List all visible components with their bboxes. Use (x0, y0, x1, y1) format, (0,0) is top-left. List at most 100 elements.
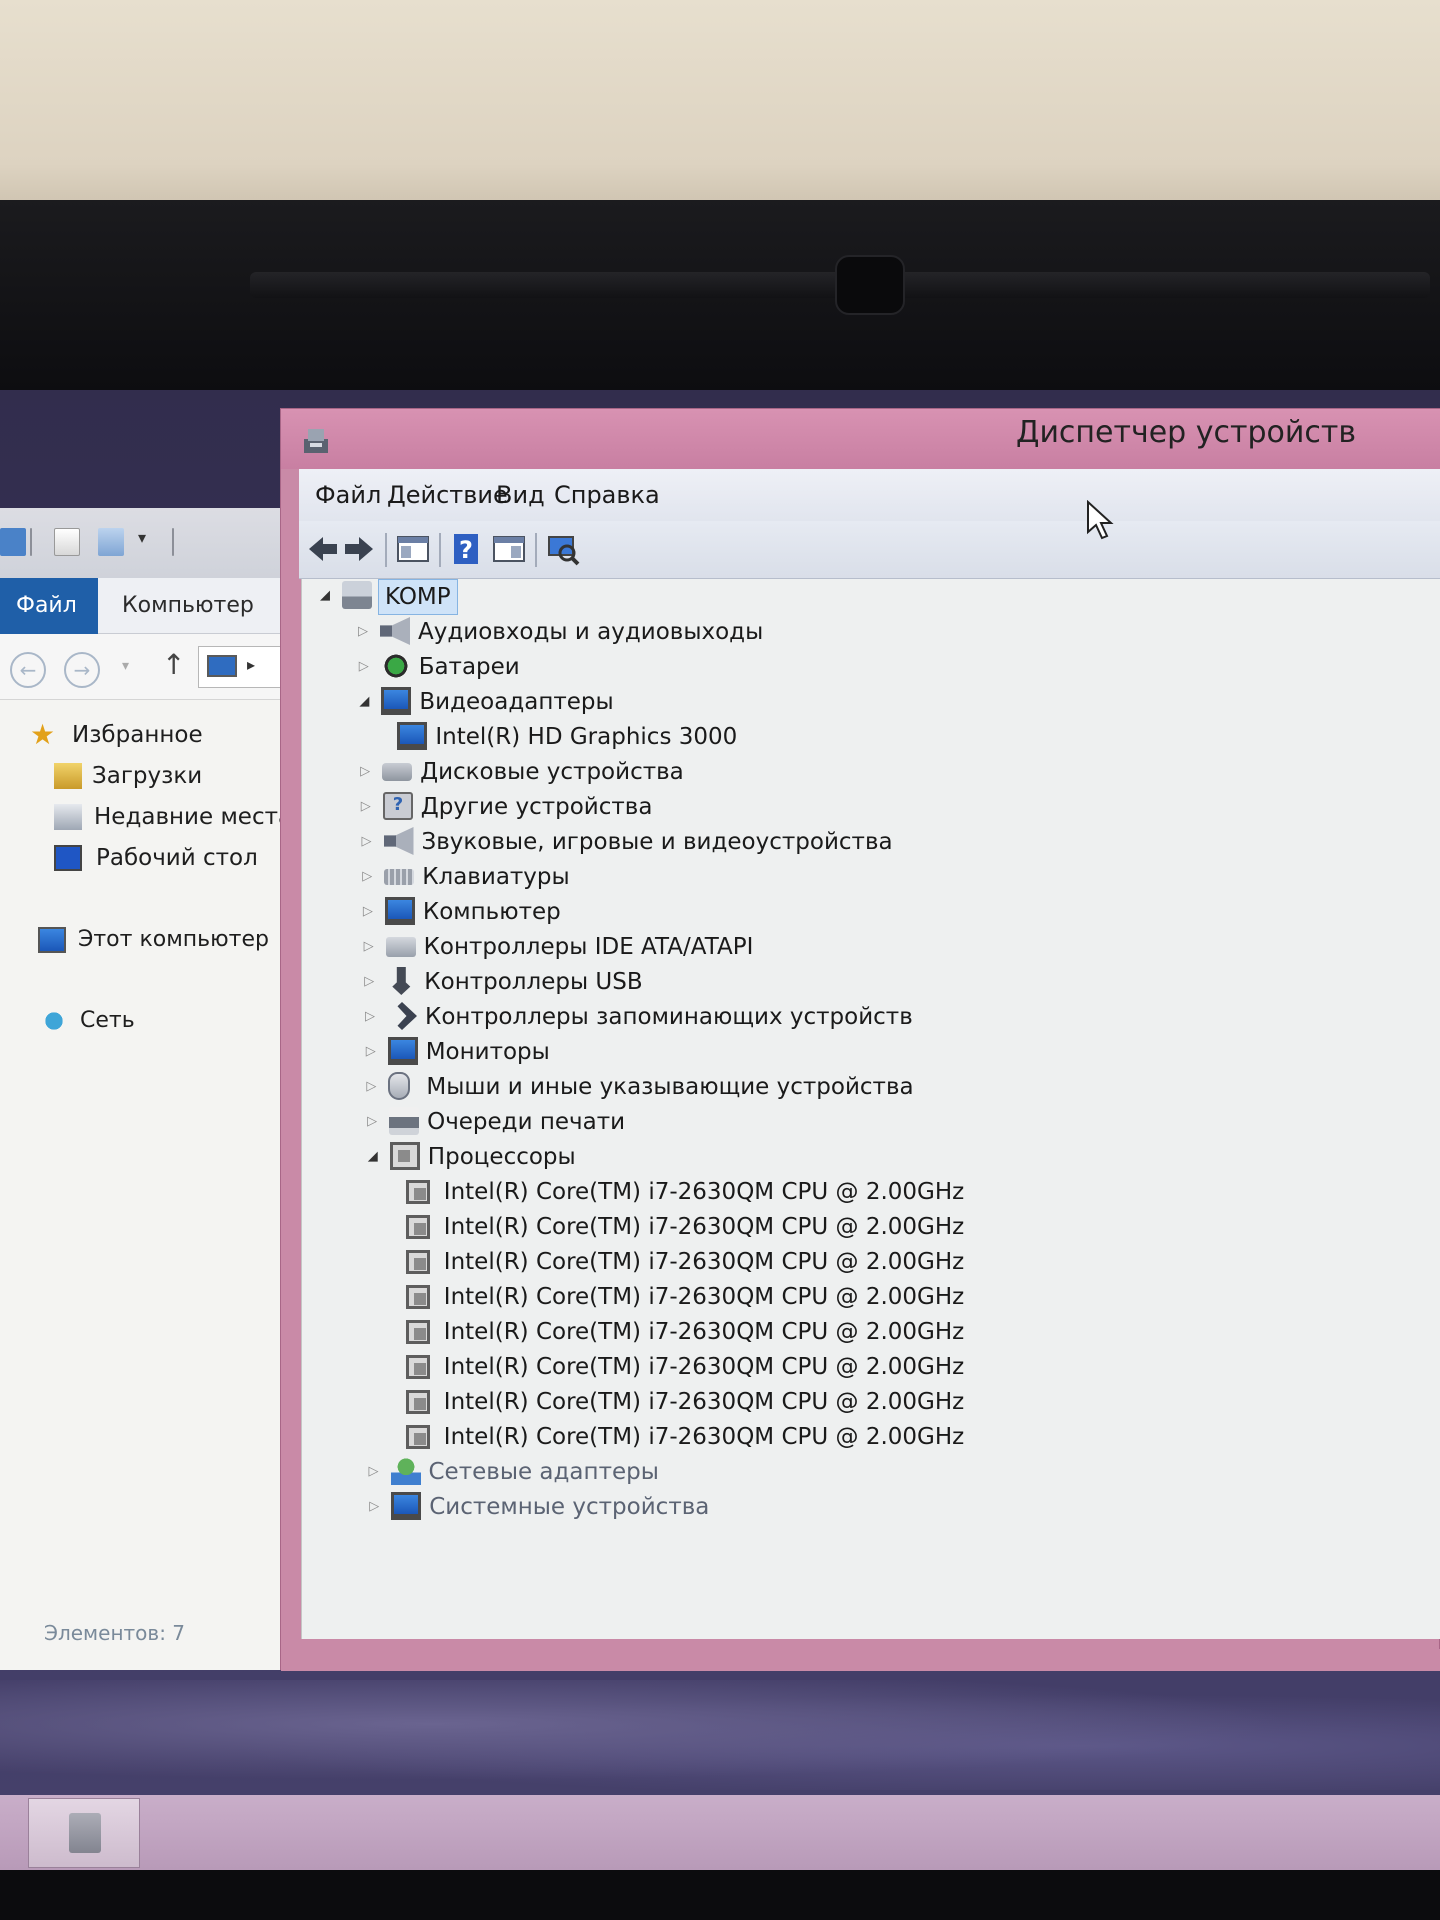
expand-triangle-icon[interactable]: ▷ (364, 938, 380, 956)
toolbar-separator (535, 533, 537, 567)
collapse-triangle-icon[interactable]: ◢ (368, 1148, 384, 1166)
network-icon (40, 1008, 68, 1034)
cpu-icon (405, 1320, 430, 1344)
expand-triangle-icon[interactable]: ▷ (359, 658, 375, 676)
expand-triangle-icon[interactable]: ▷ (361, 798, 377, 816)
up-icon[interactable]: ↑ (162, 648, 185, 681)
cpu-icon (405, 1215, 430, 1239)
properties-icon[interactable] (491, 531, 527, 567)
expand-triangle-icon[interactable]: ▷ (367, 1113, 383, 1131)
nav-downloads-label: Загрузки (92, 763, 203, 789)
title-bar[interactable]: Диспетчер устройств (281, 409, 1440, 469)
window-title: Диспетчер устройств (1016, 415, 1357, 450)
recent-places-icon (54, 804, 82, 830)
menu-help[interactable]: Справка (554, 477, 660, 513)
tree-category-label: Клавиатуры (422, 864, 570, 890)
menu-file[interactable]: Файл (315, 477, 381, 513)
computer-icon (207, 655, 237, 677)
expand-triangle-icon[interactable]: ▷ (362, 868, 378, 886)
nav-this-pc-label: Этот компьютер (78, 927, 269, 952)
battery-icon (380, 652, 411, 680)
unknown-device-icon (382, 792, 413, 820)
expand-triangle-icon[interactable]: ▷ (365, 1008, 381, 1026)
cpu-icon (405, 1425, 430, 1449)
back-icon[interactable] (305, 531, 341, 567)
nav-this-pc[interactable]: Этот компьютер (0, 920, 292, 960)
desktop-wallpaper-glow (0, 1680, 1440, 1790)
ide-controller-icon (385, 937, 416, 957)
device-manager-window: Диспетчер устройств Файл Действие Вид Сп… (280, 408, 1440, 1671)
collapse-triangle-icon[interactable]: ◢ (359, 693, 375, 711)
device-tree-panel: ◢ KOMP ▷ Аудиовходы и аудиовыходы ▷ Батареи ◢ В… (301, 579, 1440, 1639)
tree-category-label: Дисковые устройства (420, 759, 684, 785)
tree-device-label: Intel(R) Core(TM) i7-2630QM CPU @ 2.00GH… (443, 1249, 965, 1275)
cpu-icon (405, 1390, 430, 1414)
tree-category-label: Компьютер (422, 899, 561, 925)
tree-device-label: Intel(R) Core(TM) i7-2630QM CPU @ 2.00GH… (443, 1319, 965, 1345)
menu-bar: Файл Действие Вид Справка (299, 469, 1440, 521)
nav-recent-label: Недавние места (94, 804, 293, 830)
toolbar-separator (172, 528, 174, 556)
monitor-icon (387, 1037, 418, 1065)
taskbar (0, 1795, 1440, 1870)
tab-file[interactable]: Файл (0, 578, 98, 634)
back-icon[interactable]: ← (10, 652, 46, 688)
expand-triangle-icon[interactable]: ▷ (369, 1498, 385, 1516)
storage-controller-icon (397, 1002, 417, 1030)
nav-network-label: Сеть (80, 1008, 135, 1033)
cpu-icon (405, 1180, 430, 1204)
taskbar-device-manager-button[interactable] (28, 1798, 140, 1868)
keyboard-icon (384, 869, 415, 885)
expand-triangle-icon[interactable]: ▷ (360, 763, 376, 781)
expand-triangle-icon[interactable]: ▷ (369, 1463, 385, 1481)
tree-category-label: Контроллеры запоминающих устройств (425, 1004, 913, 1030)
expand-triangle-icon[interactable]: ▷ (363, 903, 379, 921)
tree-category-label: Сетевые адаптеры (428, 1459, 659, 1485)
tree-device-label: Intel(R) Core(TM) i7-2630QM CPU @ 2.00GH… (443, 1354, 965, 1380)
tree-root-label: KOMP (378, 579, 458, 615)
monitor-icon (381, 687, 412, 715)
monitor-icon (397, 722, 428, 750)
star-icon: ★ (30, 718, 56, 751)
forward-icon[interactable] (341, 531, 377, 567)
cpu-icon (389, 1142, 420, 1170)
scan-hardware-icon[interactable] (545, 531, 581, 567)
properties-icon[interactable] (54, 528, 80, 556)
webcam (835, 255, 905, 315)
toolbar: ? (299, 521, 1440, 579)
recent-locations-icon[interactable]: ▾ (122, 658, 129, 674)
expand-triangle-icon[interactable]: ▷ (364, 973, 380, 991)
new-folder-icon[interactable] (98, 528, 124, 556)
tree-category-label: Контроллеры IDE ATA/ATAPI (423, 934, 754, 960)
tree-device-label: Intel(R) Core(TM) i7-2630QM CPU @ 2.00GH… (443, 1179, 965, 1205)
tree-category-label: Видеоадаптеры (419, 689, 614, 715)
tree-category-label: Очереди печати (427, 1109, 626, 1135)
tree-category-label: Звуковые, игровые и видеоустройства (421, 829, 893, 855)
tab-computer[interactable]: Компьютер (122, 578, 254, 634)
expand-triangle-icon[interactable]: ▷ (366, 1043, 382, 1061)
show-hide-console-tree-icon[interactable] (395, 531, 431, 567)
chevron-right-icon[interactable]: ▸ (247, 655, 255, 674)
help-icon[interactable]: ? (449, 531, 485, 567)
customize-toolbar-icon[interactable]: ▾ (138, 528, 156, 556)
expand-triangle-icon[interactable]: ▷ (362, 833, 378, 851)
tree-category-label: Батареи (418, 654, 520, 680)
speaker-icon (383, 827, 414, 855)
quick-access-toolbar: ▾ (0, 508, 300, 578)
expand-triangle-icon[interactable]: ▷ (358, 623, 374, 641)
tree-category-label: Мониторы (425, 1039, 550, 1065)
computer-icon[interactable] (0, 528, 26, 556)
tree-device-label: Intel(R) Core(TM) i7-2630QM CPU @ 2.00GH… (443, 1389, 965, 1415)
device-manager-icon (304, 429, 328, 453)
menu-view[interactable]: Вид (496, 477, 545, 513)
collapse-triangle-icon[interactable]: ◢ (320, 587, 336, 605)
nav-favorites-label: Избранное (72, 722, 203, 748)
toolbar-separator (385, 533, 387, 567)
menu-action[interactable]: Действие (387, 477, 508, 513)
monitor-icon (391, 1492, 422, 1520)
expand-triangle-icon[interactable]: ▷ (366, 1078, 382, 1096)
printer-icon (389, 1107, 420, 1135)
usb-icon (392, 967, 411, 995)
forward-icon[interactable]: → (64, 652, 100, 688)
svg-text:?: ? (459, 536, 473, 564)
